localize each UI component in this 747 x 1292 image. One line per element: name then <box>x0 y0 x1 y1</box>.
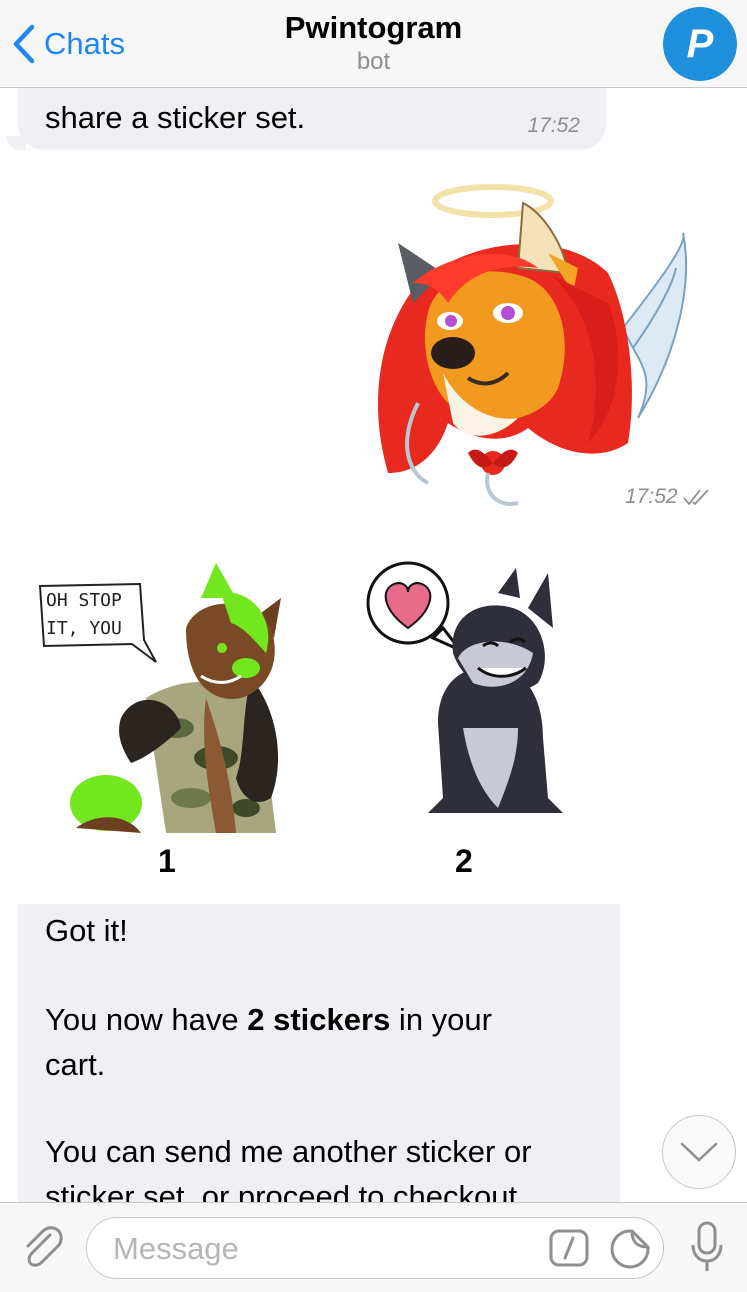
voice-message-button[interactable] <box>690 1221 724 1278</box>
message-list[interactable]: share a sticker set. 17:52 17:52 OH STOP… <box>0 88 747 1202</box>
sticker-fox-angel-image <box>378 184 687 506</box>
avatar[interactable]: P <box>663 7 737 81</box>
message-line: Got it! <box>45 913 128 948</box>
sticker-item-2[interactable] <box>348 558 588 838</box>
sticker-icon <box>610 1229 650 1269</box>
message-line: cart. <box>45 1047 106 1082</box>
message-text: share a sticker set. <box>45 100 306 135</box>
sticker-count: 2 stickers <box>247 1002 391 1037</box>
slash-command-icon <box>549 1229 589 1267</box>
incoming-message[interactable]: Got it! You now have 2 stickers in your … <box>18 904 620 1202</box>
chat-subtitle: bot <box>356 48 391 75</box>
chevron-down-icon <box>680 1142 718 1162</box>
message-line: You can send me another sticker or <box>45 1134 532 1169</box>
bot-commands-button[interactable] <box>549 1229 589 1272</box>
message-input[interactable] <box>111 1229 535 1269</box>
avatar-letter: P <box>686 21 714 66</box>
double-check-icon <box>682 489 709 506</box>
speech-line-2: IT, YOU <box>46 618 122 639</box>
message-time: 17:52 <box>625 485 678 508</box>
sent-sticker[interactable] <box>358 173 703 518</box>
microphone-icon <box>691 1221 723 1271</box>
chat-title[interactable]: Pwintogram <box>0 10 747 46</box>
scroll-to-bottom-button[interactable] <box>662 1115 736 1189</box>
input-bar <box>0 1202 747 1292</box>
message-time: 17:52 <box>527 114 580 137</box>
sticker-orca-heart-image <box>366 561 563 813</box>
sticker-item-1[interactable]: OH STOP IT, YOU <box>36 558 296 838</box>
message-line: sticker set, or proceed to checkout <box>45 1179 518 1202</box>
attach-button[interactable] <box>20 1223 64 1276</box>
speech-line-1: OH STOP <box>46 590 122 611</box>
sticker-grid-preview[interactable]: OH STOP IT, YOU 1 2 <box>18 558 620 904</box>
incoming-message[interactable]: share a sticker set. 17:52 <box>18 88 606 150</box>
sticker-number-2: 2 <box>455 843 473 879</box>
sticker-wolf-camo-image: OH STOP IT, YOU <box>38 563 281 833</box>
message-input-field[interactable] <box>86 1217 664 1279</box>
sent-sticker-time: 17:52 <box>625 485 712 509</box>
sticker-button[interactable] <box>609 1228 651 1275</box>
message-line: You now have 2 stickers in your <box>45 1002 492 1037</box>
paperclip-icon <box>26 1226 63 1267</box>
sticker-number-1: 1 <box>158 843 176 879</box>
chat-header: Chats Pwintogram bot P <box>0 0 747 88</box>
